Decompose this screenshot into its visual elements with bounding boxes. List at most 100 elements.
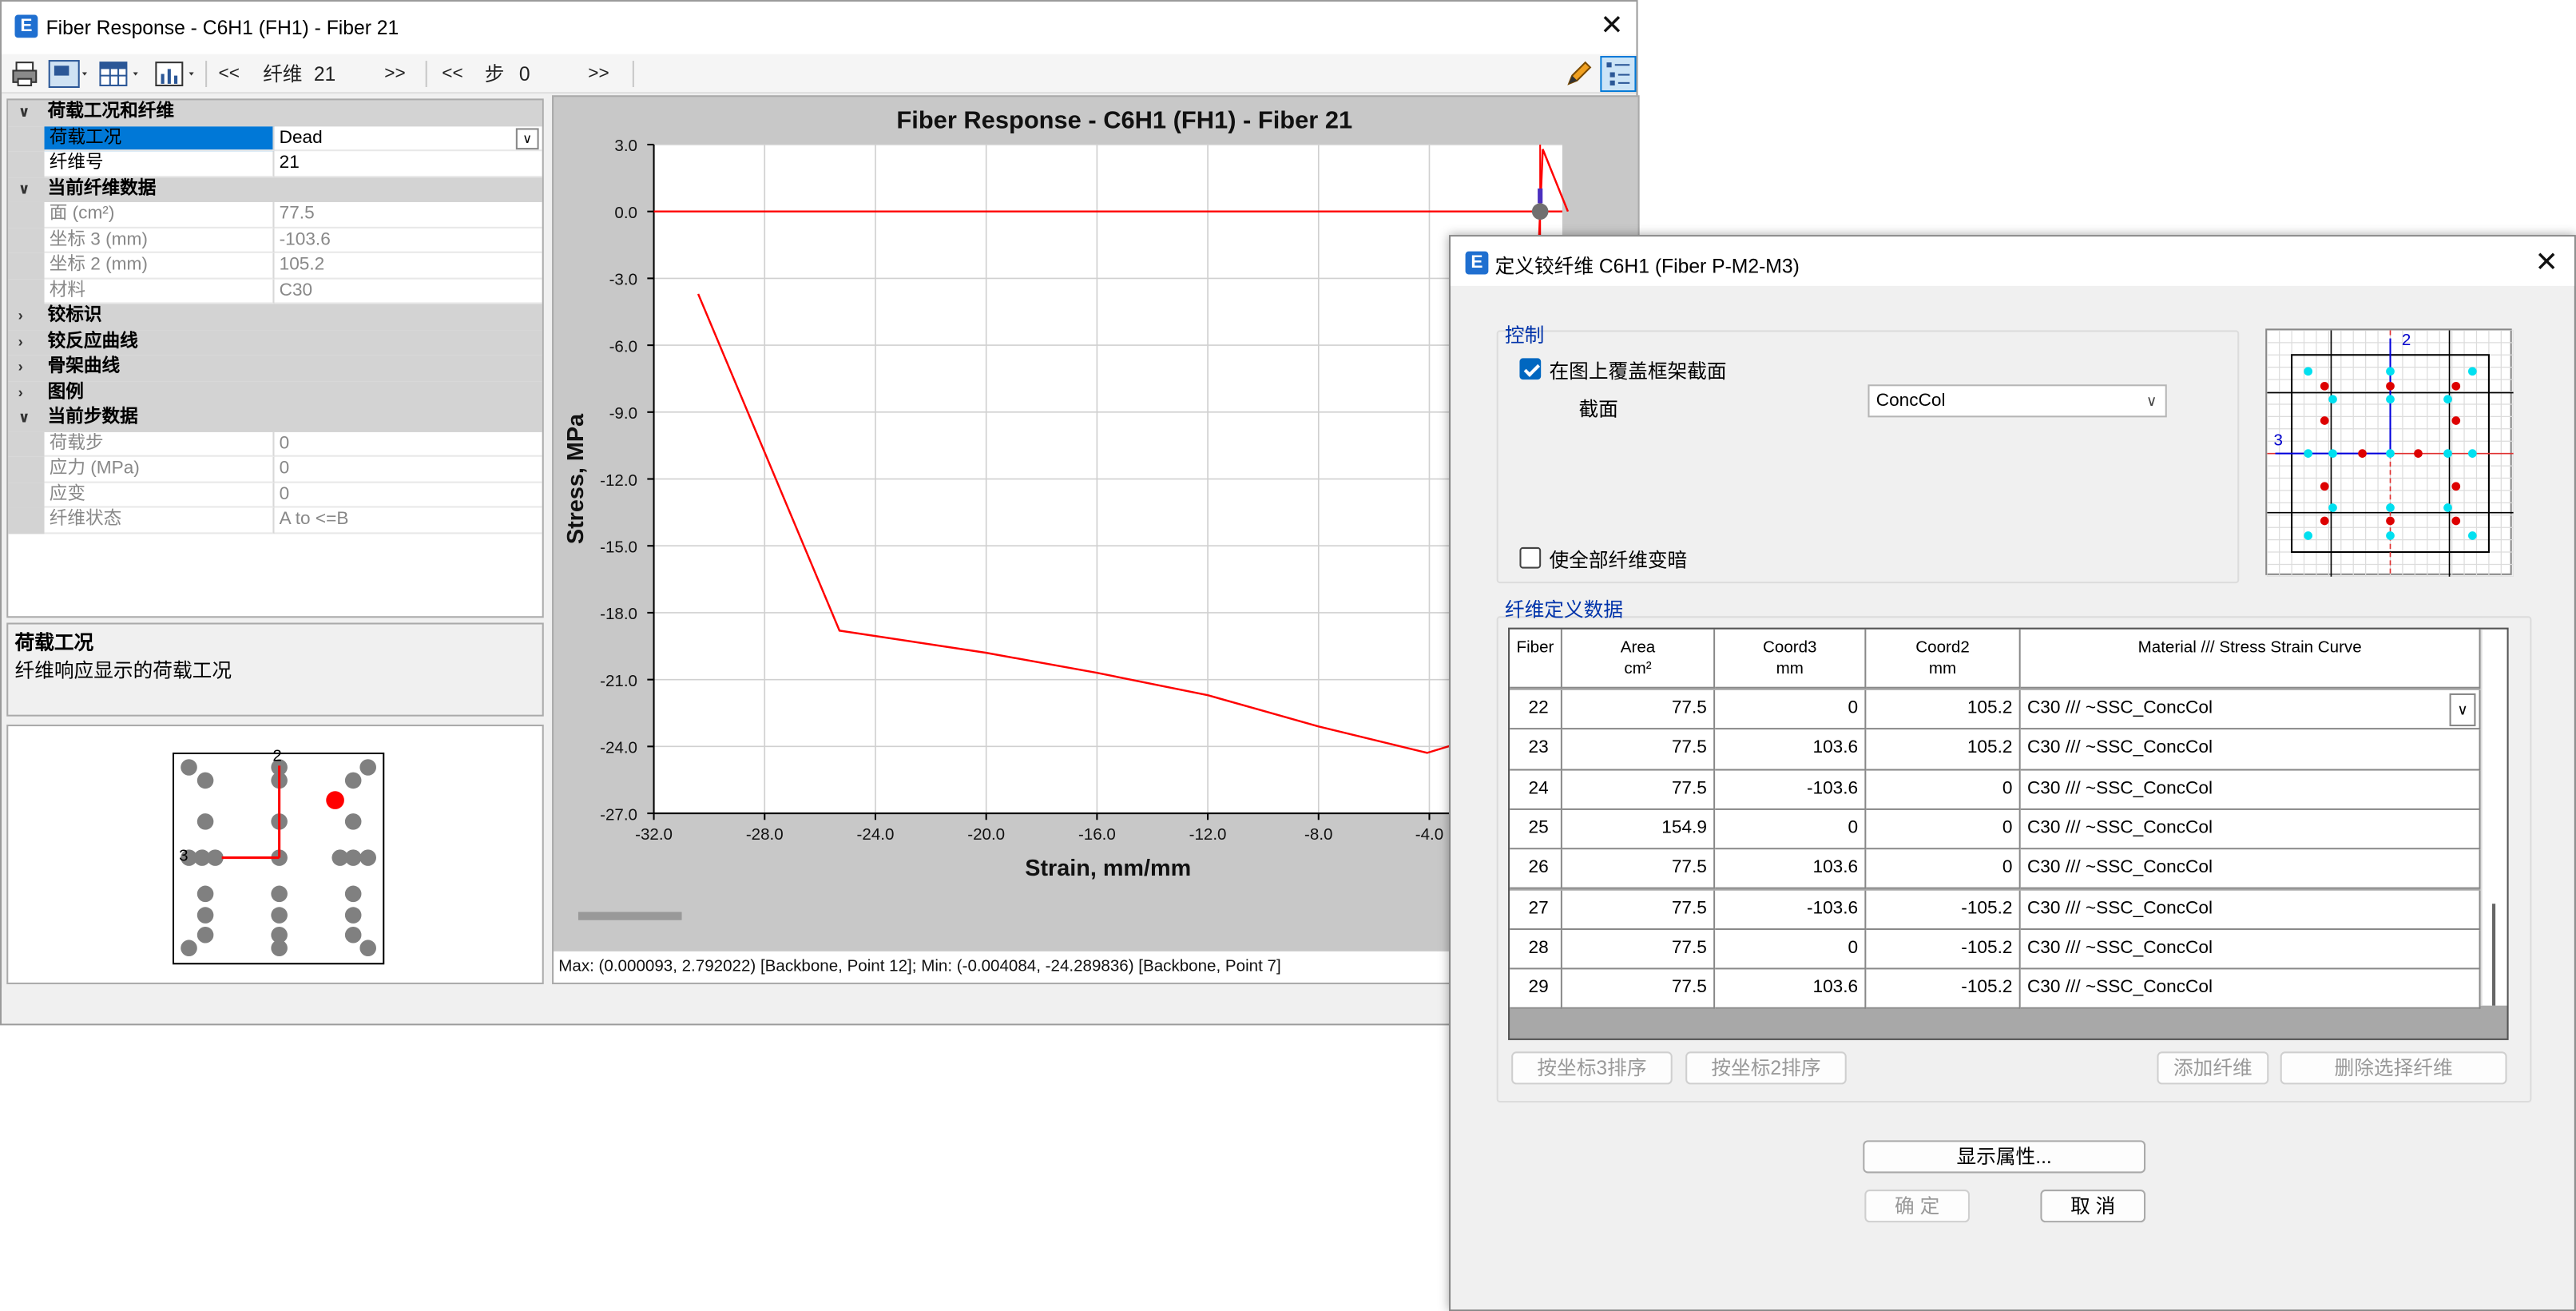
table-cell-fiber[interactable]: 26 bbox=[1510, 849, 1562, 890]
load-case-select[interactable]: Dead bbox=[274, 125, 542, 152]
chevron-down-icon[interactable]: ∨ bbox=[18, 100, 30, 125]
table-cell-fiber[interactable]: 22 bbox=[1510, 689, 1562, 730]
property-row-stress: 应力 (MPa) 0 bbox=[8, 456, 542, 483]
section-select[interactable]: ConcCol ∨ bbox=[1868, 384, 2167, 418]
table-cell-c2[interactable]: 0 bbox=[1866, 809, 2021, 850]
chart-icon[interactable] bbox=[153, 59, 199, 89]
close-icon[interactable]: ✕ bbox=[1600, 11, 1623, 39]
table-icon[interactable] bbox=[97, 59, 143, 89]
print-icon[interactable] bbox=[10, 59, 39, 89]
category-legend[interactable]: › 图例 bbox=[8, 380, 542, 407]
table-cell-c3[interactable]: -103.6 bbox=[1715, 889, 1867, 930]
chevron-down-icon[interactable]: ∨ bbox=[18, 177, 30, 201]
table-cell-c2[interactable]: -105.2 bbox=[1866, 969, 2021, 1010]
table-cell-c3[interactable]: -103.6 bbox=[1715, 769, 1867, 810]
dialog-titlebar[interactable]: E 定义铰纤维 C6H1 (Fiber P-M2-M3) ✕ bbox=[1451, 236, 2574, 286]
category-current-step[interactable]: ∨ 当前步数据 bbox=[8, 406, 542, 431]
table-cell-area[interactable]: 77.5 bbox=[1562, 689, 1716, 730]
table-cell-area[interactable]: 77.5 bbox=[1562, 929, 1716, 970]
pencil-icon[interactable] bbox=[1564, 59, 1594, 89]
table-header-material[interactable]: Material /// Stress Strain Curve bbox=[2020, 629, 2481, 689]
next-fiber-button[interactable]: >> bbox=[384, 59, 405, 89]
table-cell-mat[interactable]: C30 /// ~SSC_ConcCol bbox=[2020, 769, 2481, 810]
table-cell-c3[interactable]: 103.6 bbox=[1715, 969, 1867, 1010]
table-header-area[interactable]: Area cm² bbox=[1562, 629, 1716, 689]
chevron-down-icon[interactable]: ∨ bbox=[515, 127, 539, 149]
chevron-down-icon[interactable]: ∨ bbox=[2449, 693, 2476, 727]
table-cell-fiber[interactable]: 27 bbox=[1510, 889, 1562, 930]
step-number-input[interactable]: 0 bbox=[519, 59, 575, 89]
description-title: 荷载工况 bbox=[14, 630, 94, 654]
table-cell-c3[interactable]: 0 bbox=[1715, 809, 1867, 850]
table-cell-mat[interactable]: C30 /// ~SSC_ConcCol bbox=[2020, 849, 2481, 890]
table-cell-mat[interactable]: C30 /// ~SSC_ConcCol bbox=[2020, 889, 2481, 930]
property-row-load-case[interactable]: 荷载工况 Dead ∨ bbox=[8, 125, 542, 152]
table-cell-area[interactable]: 77.5 bbox=[1562, 889, 1716, 930]
property-row-fiber-number[interactable]: 纤维号 21 bbox=[8, 151, 542, 177]
cancel-button[interactable]: 取 消 bbox=[2040, 1190, 2146, 1223]
table-cell-fiber[interactable]: 29 bbox=[1510, 969, 1562, 1010]
table-cell-c3[interactable]: 0 bbox=[1715, 689, 1867, 730]
table-cell-mat[interactable]: C30 /// ~SSC_ConcCol bbox=[2020, 689, 2481, 730]
display-options-icon[interactable] bbox=[48, 59, 90, 89]
bottom-scrollbar[interactable] bbox=[2, 987, 1637, 1024]
fiber-number-input[interactable]: 21 bbox=[314, 59, 370, 89]
table-cell-c3[interactable]: 103.6 bbox=[1715, 849, 1867, 890]
table-cell-area[interactable]: 77.5 bbox=[1562, 769, 1716, 810]
show-properties-button[interactable]: 显示属性... bbox=[1863, 1140, 2146, 1174]
next-step-button[interactable]: >> bbox=[588, 59, 609, 89]
chevron-right-icon[interactable]: › bbox=[18, 380, 23, 405]
table-cell-area[interactable]: 77.5 bbox=[1562, 969, 1716, 1010]
category-hinge-id[interactable]: › 铰标识 bbox=[8, 304, 542, 330]
table-cell-c2[interactable]: 105.2 bbox=[1866, 729, 2021, 770]
sort-by-coord2-button[interactable]: 按坐标2排序 bbox=[1685, 1051, 1847, 1085]
overlay-frame-section-checkbox[interactable] bbox=[1519, 358, 1542, 380]
table-cell-c2[interactable]: 105.2 bbox=[1866, 689, 2021, 730]
category-current-fiber[interactable]: ∨ 当前纤维数据 bbox=[8, 177, 542, 202]
prev-fiber-button[interactable]: << bbox=[219, 59, 240, 89]
chevron-right-icon[interactable]: › bbox=[18, 355, 23, 379]
fiber-window-titlebar[interactable]: E Fiber Response - C6H1 (FH1) - Fiber 21… bbox=[2, 2, 1637, 54]
current-point-marker[interactable] bbox=[1531, 203, 1549, 220]
delete-selected-fibers-button[interactable]: 删除选择纤维 bbox=[2280, 1051, 2507, 1085]
add-fiber-button[interactable]: 添加纤维 bbox=[2157, 1051, 2269, 1085]
table-header-coord2[interactable]: Coord2 mm bbox=[1866, 629, 2021, 689]
table-cell-c2[interactable]: 0 bbox=[1866, 849, 2021, 890]
category-hinge-curve[interactable]: › 铰反应曲线 bbox=[8, 329, 542, 356]
vertical-scrollbar-thumb[interactable] bbox=[2492, 904, 2496, 1006]
category-load-case-fiber[interactable]: ∨ 荷载工况和纤维 bbox=[8, 100, 542, 126]
table-cell-fiber[interactable]: 28 bbox=[1510, 929, 1562, 970]
preview-fiber-point bbox=[2443, 395, 2452, 404]
table-cell-c3[interactable]: 103.6 bbox=[1715, 729, 1867, 770]
table-cell-area[interactable]: 77.5 bbox=[1562, 849, 1716, 890]
chevron-right-icon[interactable]: › bbox=[18, 304, 23, 328]
table-cell-mat[interactable]: C30 /// ~SSC_ConcCol bbox=[2020, 969, 2481, 1010]
horizontal-scrollbar-thumb[interactable] bbox=[578, 912, 682, 920]
close-icon[interactable]: ✕ bbox=[2534, 248, 2558, 276]
chevron-right-icon[interactable]: › bbox=[18, 329, 23, 354]
dialog-title: 定义铰纤维 C6H1 (Fiber P-M2-M3) bbox=[1494, 254, 1800, 278]
preview-rebar-point bbox=[2451, 381, 2461, 391]
table-cell-mat[interactable]: C30 /// ~SSC_ConcCol bbox=[2020, 809, 2481, 850]
table-header-fiber[interactable]: Fiber bbox=[1510, 629, 1562, 689]
table-cell-mat[interactable]: C30 /// ~SSC_ConcCol bbox=[2020, 929, 2481, 970]
table-cell-fiber[interactable]: 23 bbox=[1510, 729, 1562, 770]
table-cell-c2[interactable]: 0 bbox=[1866, 769, 2021, 810]
table-cell-c2[interactable]: -105.2 bbox=[1866, 889, 2021, 930]
category-backbone[interactable]: › 骨架曲线 bbox=[8, 355, 542, 381]
table-header-coord3[interactable]: Coord3 mm bbox=[1715, 629, 1867, 689]
table-cell-mat[interactable]: C30 /// ~SSC_ConcCol bbox=[2020, 729, 2481, 770]
chevron-down-icon[interactable]: ∨ bbox=[18, 406, 30, 431]
sort-by-coord3-button[interactable]: 按坐标3排序 bbox=[1511, 1051, 1673, 1085]
preview-rebar-point bbox=[2451, 482, 2461, 491]
tree-view-icon[interactable] bbox=[1600, 55, 1637, 93]
table-cell-c2[interactable]: -105.2 bbox=[1866, 929, 2021, 970]
prev-step-button[interactable]: << bbox=[442, 59, 462, 89]
ok-button[interactable]: 确 定 bbox=[1864, 1190, 1970, 1223]
table-cell-area[interactable]: 154.9 bbox=[1562, 809, 1716, 850]
table-cell-area[interactable]: 77.5 bbox=[1562, 729, 1716, 770]
table-cell-fiber[interactable]: 25 bbox=[1510, 809, 1562, 850]
dim-all-fibers-checkbox[interactable] bbox=[1519, 546, 1542, 569]
table-cell-c3[interactable]: 0 bbox=[1715, 929, 1867, 970]
table-cell-fiber[interactable]: 24 bbox=[1510, 769, 1562, 810]
